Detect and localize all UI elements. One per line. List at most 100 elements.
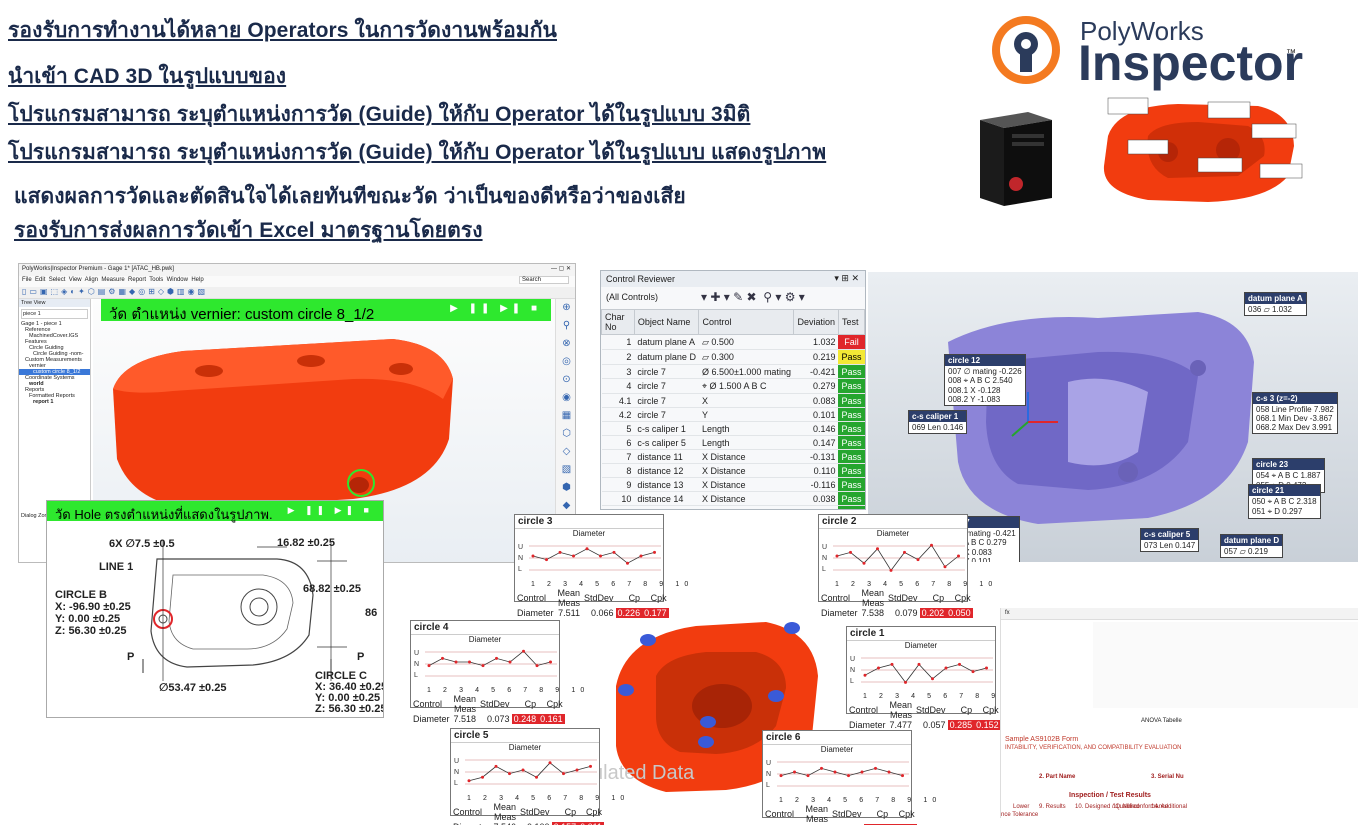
deviation-cell: 1.032 [793, 334, 839, 350]
spc-col-header: Control [413, 699, 443, 709]
spc-col-header: StdDev [832, 809, 862, 819]
table-row[interactable]: 8 distance 12 X Distance 0.110 Pass [601, 463, 865, 478]
tree-item[interactable]: report 1 [19, 399, 90, 405]
spc-chart-card[interactable]: circle 4 Diameter U N L 1 2 3 4 5 6 7 8 9 10 C… [410, 620, 584, 724]
spc-data-point [639, 554, 643, 558]
heading-guide-image: โปรแกรมสามารถ ระบุตำแหน่งการวัด (Guide) … [8, 141, 827, 164]
col-char-no[interactable]: Char No [601, 309, 635, 335]
app-search-input[interactable]: Search [519, 276, 569, 284]
menu-measure[interactable]: Measure [101, 277, 124, 283]
deviation-cell: 0.279 [793, 378, 839, 394]
spc-data-point [454, 660, 458, 664]
spc-col-header: Mean Meas [493, 802, 517, 822]
menu-view[interactable]: View [69, 277, 82, 283]
menu-file[interactable]: File [22, 277, 32, 283]
spc-axis-letter: L [850, 678, 854, 685]
part-3d-image-top [1088, 96, 1308, 208]
spc-chart-card[interactable]: circle 2 Diameter U N L 1 2 3 4 5 6 7 8 9 10 C… [818, 514, 992, 618]
spc-data-point [545, 558, 548, 562]
table-row[interactable]: 6 c-s caliper 5 Length 0.147 Pass [601, 435, 865, 450]
menu-report[interactable]: Report [128, 277, 146, 283]
polyworks-logo: PolyWorks Inspector ™ [988, 14, 1338, 91]
reviewer-filter-select[interactable]: (All Controls) [606, 292, 658, 302]
excel-formula-bar[interactable]: fx [1001, 608, 1358, 620]
test-status-cell: Pass [838, 378, 865, 394]
guide-image-controls[interactable]: ▶ ❚❚ ▶❚ ■ [288, 505, 373, 516]
spc-col-header: StdDev [520, 807, 550, 817]
col-control[interactable]: Control [698, 309, 795, 335]
guide-playback-controls[interactable]: ▶ ❚❚ ▶❚ ■ [450, 303, 541, 314]
spc-col-header: Cpk [650, 593, 667, 603]
annotation-label[interactable]: c-s 3 (z=-2) 058 Line Profile 7.982 068.1 … [1252, 392, 1338, 434]
app-toolbar[interactable]: ▯▭▣⬚◈◐✦⬡▤⚙▦◆◎⊞◇⬢▥◉▧ [19, 287, 575, 299]
reviewer-tools[interactable]: ▾ ✚ ▾ ✎ ✖ ⚲ ▾ ⚙ ▾ [701, 290, 805, 304]
annotation-title: c-s caliper 5 [1141, 529, 1199, 540]
excel-lower: Lower [1013, 804, 1030, 810]
annotation-label[interactable]: circle 21 050 ⌖ A B C 2.318 051 ⌖ D 0.297 [1248, 484, 1321, 519]
tree-piece-select[interactable]: piece 1 [21, 309, 88, 319]
spc-chart-card[interactable]: circle 1 Diameter U N L 1 2 3 4 5 6 7 8 9 10 C… [846, 626, 1020, 730]
spc-data-point [599, 554, 602, 558]
table-row[interactable]: 7 distance 11 X Distance -0.131 Pass [601, 449, 865, 464]
spc-stats-table: ControlMean MeasStdDevCpCpkDiameter7.546… [451, 802, 604, 825]
circle-c-callout: CIRCLE C X: 36.40 ±0.25 Y: 0.00 ±0.25 Z:… [315, 671, 383, 715]
menu-select[interactable]: Select [49, 277, 66, 283]
spc-col-header: Control [821, 593, 851, 603]
spc-data-point [806, 774, 810, 778]
deviation-cell: 0.147 [793, 435, 839, 450]
spc-axis-letter: U [822, 544, 827, 551]
logo-inspector-text: Inspector [1078, 35, 1304, 91]
menu-window[interactable]: Window [167, 277, 188, 283]
annotation-label[interactable]: c-s caliper 5 073 Len 0.147 [1140, 528, 1200, 552]
circle-b-y: Y: 0.00 ±0.25 [55, 613, 121, 625]
p-label-right: P [357, 651, 365, 663]
spc-cpk-cell: 0.050 [946, 608, 973, 618]
annotation-label[interactable]: datum plane A 036 ▱ 1.032 [1244, 292, 1307, 316]
test-status-cell: Pass [838, 491, 865, 506]
table-row[interactable]: 4 circle 7 ⌖ Ø 1.500 A B C 0.279 Pass [601, 378, 865, 394]
circle-b-title: CIRCLE B [55, 589, 107, 601]
menu-tools[interactable]: Tools [149, 277, 163, 283]
guide-banner-image-text: วัด Hole ตรงตำแหน่งที่แสดงในรูปภาพ. [55, 507, 273, 522]
table-row[interactable]: 3 circle 7Ø 6.500±1.000 mating -0.421 Pass [601, 364, 865, 379]
window-controls[interactable]: — ▢ ✕ [551, 265, 571, 272]
spc-chart-card[interactable]: circle 6 Diameter U N L 1 2 3 4 5 6 7 8 9 10 C… [762, 730, 936, 825]
menu-align[interactable]: Align [85, 277, 98, 283]
col-deviation[interactable]: Deviation [793, 309, 839, 335]
annotation-label[interactable]: circle 12 007 ∅ mating -0.226 008 ⌖ A B C … [944, 354, 1026, 406]
annotation-label[interactable]: datum plane D 057 ▱ 0.219 [1220, 534, 1284, 558]
table-row[interactable]: 4.2 circle 7 Y 0.101 Pass [601, 407, 865, 422]
table-row[interactable]: 11distance 15X Distance-0.047Pass [601, 505, 865, 509]
spc-chart-card[interactable]: circle 5 Diameter U N L 1 2 3 4 5 6 7 8 9 10 C… [450, 728, 624, 825]
reviewer-toolbar: (All Controls) ▾ ✚ ▾ ✎ ✖ ⚲ ▾ ⚙ ▾ [601, 287, 865, 309]
spc-chart-card[interactable]: circle 3 Diameter U N L 1 2 3 4 5 6 7 8 9 10 C… [514, 514, 688, 618]
menu-help[interactable]: Help [191, 277, 203, 283]
menu-edit[interactable]: Edit [35, 277, 45, 283]
annotation-title: datum plane D [1221, 535, 1283, 546]
reviewer-window-controls[interactable]: ▾ ⊞ ✕ [834, 273, 859, 284]
spc-data-point [943, 565, 947, 569]
spc-data-point [531, 554, 535, 558]
spc-series-line [428, 650, 551, 667]
object-name-cell: circle 7 [634, 393, 699, 408]
table-row[interactable]: 4.1 circle 7 X 0.083 Pass [601, 393, 865, 408]
table-row[interactable]: 5 c-s caliper 1 Length 0.146 Pass [601, 421, 865, 436]
object-name-cell: distance 12 [634, 463, 699, 478]
spc-cp-cell: 0.202 [919, 608, 947, 618]
spc-axis-letter: U [850, 656, 855, 663]
dim-16-82: 16.82 ±0.25 [277, 537, 336, 549]
spc-data-point [862, 561, 866, 565]
spc-series-line [864, 663, 987, 684]
table-row[interactable]: 2 datum plane D ▱ 0.300 0.219 Pass [601, 349, 865, 365]
table-row[interactable]: 10 distance 14 X Distance 0.038 Pass [601, 491, 865, 506]
logo-tm: ™ [1286, 48, 1296, 59]
spc-data-point [575, 768, 579, 772]
spc-data-point [585, 547, 589, 551]
table-row[interactable]: 1 datum plane A ▱ 0.500 1.032 Fail [601, 334, 865, 350]
col-object-name[interactable]: Object Name [633, 309, 700, 335]
annotation-label[interactable]: c-s caliper 1 069 Len 0.146 [908, 410, 968, 434]
test-status-cell: Pass [838, 393, 865, 408]
table-row[interactable]: 9 distance 13 X Distance -0.116 Pass [601, 477, 865, 492]
col-test[interactable]: Test [837, 309, 865, 335]
spc-data-point [427, 664, 431, 668]
